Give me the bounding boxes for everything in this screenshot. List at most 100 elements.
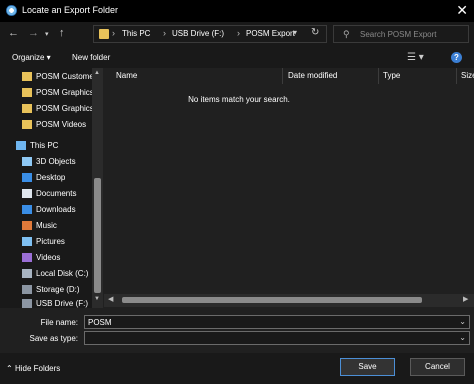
- sidebar-item-label: POSM Customers: [36, 72, 101, 81]
- search-icon: ⚲: [343, 29, 350, 39]
- save-as-type-label: Save as type:: [29, 334, 78, 343]
- column-header-name[interactable]: Name: [116, 71, 137, 80]
- scroll-down-icon[interactable]: ▼: [94, 296, 100, 302]
- sidebar-item-label: This PC: [30, 141, 59, 150]
- posm-folder-icon: [22, 120, 32, 129]
- sidebar-item-posm-videos[interactable]: POSM Videos: [0, 117, 92, 132]
- refresh-icon[interactable]: ↻: [311, 27, 319, 38]
- scroll-right-icon[interactable]: ▶: [463, 295, 468, 303]
- file-name-input[interactable]: POSM ⌄: [84, 315, 470, 329]
- sidebar-item-label: Downloads: [36, 205, 76, 214]
- organize-button[interactable]: Organize ▾: [12, 53, 51, 62]
- sidebar-item-downloads[interactable]: Downloads: [0, 202, 92, 217]
- file-list: Name Date modified Type Size No items ma…: [104, 68, 474, 308]
- folder-icon: [99, 29, 109, 39]
- address-dropdown-icon[interactable]: ▾: [293, 28, 297, 37]
- sidebar-item-label: POSM Graphics: [36, 88, 94, 97]
- file-name-value: POSM: [88, 318, 112, 327]
- breadcrumb-separator-icon[interactable]: ›: [163, 28, 166, 38]
- navigation-pane-scrollbar[interactable]: ▲ ▼: [92, 68, 103, 308]
- file-list-horizontal-scrollbar[interactable]: ◀ ▶: [104, 294, 474, 307]
- column-divider[interactable]: [378, 68, 379, 84]
- posm-folder-icon: [22, 104, 32, 113]
- sidebar-item-desktop[interactable]: Desktop: [0, 170, 92, 185]
- sidebar-item-label: POSM Videos: [36, 120, 87, 129]
- up-arrow-icon[interactable]: ↑: [59, 26, 65, 40]
- scrollbar-thumb[interactable]: [122, 297, 422, 303]
- posm-folder-icon: [22, 88, 32, 97]
- command-toolbar: Organize ▾ New folder ☰ ▾ ?: [0, 46, 474, 68]
- sidebar-item-label: Desktop: [36, 173, 66, 182]
- column-divider[interactable]: [456, 68, 457, 84]
- save-as-type-select[interactable]: ⌄: [84, 331, 470, 345]
- scroll-up-icon[interactable]: ▲: [94, 70, 100, 76]
- sidebar-item-posm-customers[interactable]: POSM Customers: [0, 69, 100, 84]
- navigation-bar: ← → ▾ ↑ › This PC › USB Drive (F:) › POS…: [0, 22, 474, 46]
- new-folder-button[interactable]: New folder: [72, 53, 110, 62]
- column-header-date-modified[interactable]: Date modified: [288, 71, 337, 80]
- column-divider[interactable]: [282, 68, 283, 84]
- save-button[interactable]: Save: [340, 358, 395, 376]
- sidebar-item-usb-drive-f[interactable]: USB Drive (F:): [0, 296, 92, 308]
- forward-arrow-icon[interactable]: →: [28, 26, 39, 40]
- file-name-label: File name:: [40, 318, 78, 327]
- sidebar-item-videos[interactable]: Videos: [0, 250, 92, 265]
- app-icon: [6, 5, 17, 16]
- pictures-icon: [22, 237, 32, 246]
- close-icon[interactable]: ✕: [456, 1, 468, 19]
- sidebar-item-label: Music: [36, 221, 57, 230]
- help-icon[interactable]: ?: [451, 52, 462, 63]
- sidebar-item-label: Storage (D:): [36, 285, 80, 294]
- sidebar-item-label: 3D Objects: [36, 157, 76, 166]
- sidebar-item-3d-objects[interactable]: 3D Objects: [0, 154, 92, 169]
- back-arrow-icon[interactable]: ←: [8, 26, 19, 40]
- dialog-footer: ⌃ Hide Folders Save Cancel: [0, 353, 474, 384]
- sidebar-item-this-pc[interactable]: This PC: [0, 138, 92, 153]
- sidebar-item-local-disk-c[interactable]: Local Disk (C:): [0, 266, 92, 281]
- hide-folders-label: Hide Folders: [14, 364, 61, 373]
- hide-folders-toggle[interactable]: ⌃ Hide Folders: [6, 364, 60, 373]
- chevron-down-icon[interactable]: ⌄: [459, 333, 466, 342]
- sidebar-item-storage-d[interactable]: Storage (D:): [0, 282, 92, 297]
- empty-state-message: No items match your search.: [188, 95, 290, 104]
- breadcrumb-posm-export[interactable]: POSM Export: [246, 29, 295, 38]
- sidebar-item-label: POSM Graphics: [36, 104, 94, 113]
- column-header-size[interactable]: Size: [461, 71, 474, 80]
- breadcrumb-this-pc[interactable]: This PC: [122, 29, 150, 38]
- sidebar-item-documents[interactable]: Documents: [0, 186, 92, 201]
- address-bar[interactable]: › This PC › USB Drive (F:) › POSM Export…: [93, 25, 327, 43]
- recent-locations-chevron-icon[interactable]: ▾: [45, 28, 49, 42]
- window-title: Locate an Export Folder: [22, 5, 119, 15]
- search-placeholder[interactable]: Search POSM Export: [360, 30, 436, 39]
- scrollbar-thumb[interactable]: [94, 178, 101, 293]
- breadcrumb-separator-icon[interactable]: ›: [237, 28, 240, 38]
- scroll-left-icon[interactable]: ◀: [108, 295, 113, 303]
- desktop-icon: [22, 173, 32, 182]
- breadcrumb-usb-drive[interactable]: USB Drive (F:): [172, 29, 224, 38]
- search-box[interactable]: ⚲ Search POSM Export: [333, 25, 469, 43]
- sidebar-item-label: Pictures: [36, 237, 65, 246]
- sidebar-item-posm-graphics[interactable]: POSM Graphics: [0, 85, 94, 100]
- posm-folder-icon: [22, 72, 32, 81]
- videos-icon: [22, 253, 32, 262]
- local-disk-icon: [22, 269, 32, 278]
- chevron-up-icon: ⌃: [6, 364, 13, 373]
- sidebar-item-label: Local Disk (C:): [36, 269, 89, 278]
- navigation-pane: POSM Customers POSM Graphics POSM Graphi…: [0, 68, 103, 308]
- documents-icon: [22, 189, 32, 198]
- sidebar-item-music[interactable]: Music: [0, 218, 92, 233]
- music-icon: [22, 221, 32, 230]
- sidebar-item-label: USB Drive (F:): [36, 299, 88, 308]
- drive-icon: [22, 285, 32, 294]
- sidebar-item-posm-graphics-2[interactable]: POSM Graphics: [0, 101, 94, 116]
- this-pc-icon: [16, 141, 26, 150]
- usb-drive-icon: [22, 299, 32, 308]
- column-header-type[interactable]: Type: [383, 71, 400, 80]
- sidebar-item-pictures[interactable]: Pictures: [0, 234, 92, 249]
- breadcrumb-separator-icon[interactable]: ›: [112, 28, 115, 38]
- downloads-icon: [22, 205, 32, 214]
- 3d-objects-icon: [22, 157, 32, 166]
- cancel-button[interactable]: Cancel: [410, 358, 465, 376]
- chevron-down-icon[interactable]: ⌄: [459, 317, 466, 326]
- view-options-icon[interactable]: ☰ ▾: [407, 52, 424, 63]
